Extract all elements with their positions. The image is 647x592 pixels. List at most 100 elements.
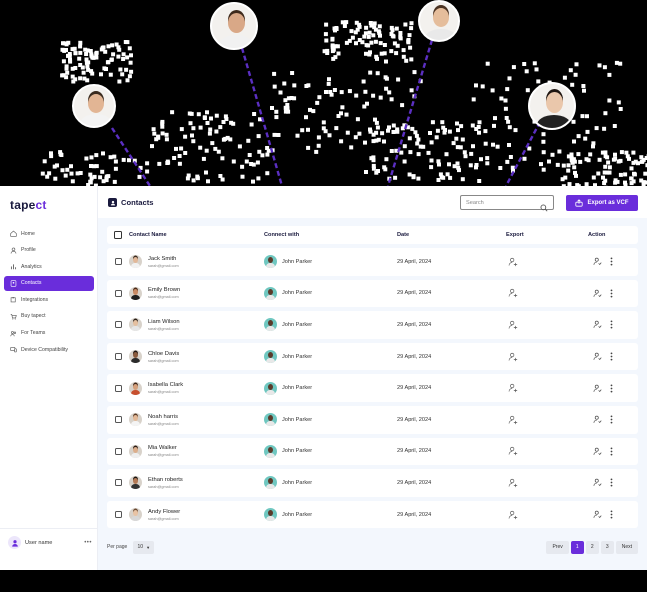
- col-connect-with[interactable]: Connect with: [264, 232, 397, 238]
- next-page-button[interactable]: Next: [615, 540, 638, 554]
- contact-name[interactable]: Jack Smith: [148, 256, 179, 262]
- export-contact-icon[interactable]: [508, 288, 518, 298]
- bar-chart-icon: [9, 263, 17, 271]
- table-header: Contact Name Connect with Date Export Ac…: [107, 226, 638, 244]
- sidebar-item-buy-tapect[interactable]: Buy tapect: [4, 309, 94, 324]
- contact-date: 29 April, 2024: [397, 353, 432, 360]
- contact-action-icon[interactable]: [593, 320, 602, 329]
- more-options-icon[interactable]: [610, 447, 613, 456]
- row-checkbox[interactable]: [114, 289, 122, 297]
- export-vcf-button[interactable]: Export as VCF: [566, 195, 638, 211]
- export-contact-icon[interactable]: [508, 320, 518, 330]
- contact-action-icon[interactable]: [593, 478, 602, 487]
- more-options-icon[interactable]: [610, 384, 613, 393]
- contact-email: sarah@gmail.com: [148, 484, 179, 489]
- contacts-table: Contact Name Connect with Date Export Ac…: [98, 218, 647, 570]
- sidebar-item-contacts[interactable]: Contacts: [4, 275, 94, 291]
- table-row[interactable]: Noah harris sarah@gmail.com John Parker 29 …: [107, 405, 638, 434]
- col-date[interactable]: Date: [397, 232, 506, 238]
- col-export: Export: [506, 232, 524, 238]
- per-page-select[interactable]: 10 ▼: [133, 540, 155, 554]
- sidebar-item-profile[interactable]: Profile: [4, 243, 94, 258]
- export-contact-icon[interactable]: [508, 415, 518, 425]
- per-page-label: Per page: [107, 544, 128, 550]
- more-icon[interactable]: •••: [84, 540, 92, 546]
- contact-name[interactable]: Liam Wilson: [148, 319, 180, 325]
- contact-action-icon[interactable]: [593, 289, 602, 298]
- contact-name[interactable]: Andy Flower: [148, 509, 180, 515]
- table-row[interactable]: Isabella Clark sarah@gmail.com John Parker…: [107, 374, 638, 402]
- brand-logo[interactable]: tapect: [10, 198, 47, 212]
- sidebar-item-label: Buy tapect: [21, 313, 46, 320]
- contact-avatar: [129, 476, 142, 490]
- more-options-icon[interactable]: [610, 352, 613, 361]
- more-options-icon[interactable]: [610, 320, 613, 330]
- row-checkbox[interactable]: [114, 321, 122, 329]
- contact-action-icon[interactable]: [593, 415, 602, 424]
- sidebar-item-label: For Teams: [21, 330, 46, 337]
- connect-avatar: [264, 444, 277, 458]
- export-contact-icon[interactable]: [508, 257, 518, 267]
- sidebar-item-for-teams[interactable]: For Teams: [4, 326, 94, 341]
- export-contact-icon[interactable]: [508, 352, 518, 362]
- table-row[interactable]: Mia Walker sarah@gmail.com John Parker 29 A…: [107, 437, 638, 466]
- row-checkbox[interactable]: [114, 416, 122, 424]
- contact-name[interactable]: Chloe Davis: [148, 351, 179, 357]
- table-row[interactable]: Chloe Davis sarah@gmail.com John Parker 29 …: [107, 342, 638, 371]
- table-row[interactable]: Liam Wilson sarah@gmail.com John Parker 29 …: [107, 311, 638, 339]
- contact-name[interactable]: Emily Brown: [148, 287, 180, 293]
- row-checkbox[interactable]: [114, 479, 122, 487]
- page-button-2[interactable]: 2: [585, 540, 599, 554]
- col-contact-name[interactable]: Contact Name: [129, 232, 264, 238]
- more-options-icon[interactable]: [610, 478, 613, 488]
- more-options-icon[interactable]: [610, 257, 613, 266]
- more-options-icon[interactable]: [610, 415, 613, 424]
- pagination-bar: Per page 10 ▼ Prev 1 2 3 Next: [107, 540, 638, 554]
- contact-email: sarah@gmail.com: [148, 453, 179, 458]
- connect-avatar: [264, 255, 277, 269]
- export-contact-icon[interactable]: [508, 446, 518, 456]
- sidebar-item-analytics[interactable]: Analytics: [4, 259, 94, 274]
- table-row[interactable]: Emily Brown sarah@gmail.com John Parker 29 …: [107, 279, 638, 308]
- page-button-1[interactable]: 1: [570, 540, 584, 554]
- table-row[interactable]: Ethan roberts sarah@gmail.com John Parker 2…: [107, 469, 638, 497]
- row-checkbox[interactable]: [114, 258, 122, 266]
- contact-name[interactable]: Noah harris: [148, 414, 179, 420]
- export-contact-icon[interactable]: [508, 383, 518, 393]
- search-box[interactable]: [460, 195, 554, 212]
- contact-action-icon[interactable]: [593, 510, 602, 519]
- hero-avatar-2: [210, 2, 258, 50]
- row-checkbox[interactable]: [114, 511, 122, 519]
- contact-email: sarah@gmail.com: [148, 358, 179, 363]
- more-options-icon[interactable]: [610, 510, 613, 519]
- select-all-checkbox[interactable]: [114, 231, 122, 239]
- contact-action-icon[interactable]: [593, 352, 602, 361]
- export-contact-icon[interactable]: [508, 478, 518, 488]
- row-checkbox[interactable]: [114, 384, 122, 392]
- table-row[interactable]: Andy Flower sarah@gmail.com John Parker 29 …: [107, 500, 638, 529]
- connect-with-name: John Parker: [282, 416, 313, 423]
- contact-name[interactable]: Mia Walker: [148, 445, 179, 451]
- contact-email: sarah@gmail.com: [148, 516, 179, 521]
- contact-action-icon[interactable]: [593, 384, 602, 393]
- row-checkbox[interactable]: [114, 447, 122, 455]
- row-checkbox[interactable]: [114, 353, 122, 361]
- export-contact-icon[interactable]: [508, 510, 518, 520]
- more-options-icon[interactable]: [610, 289, 613, 298]
- contact-name[interactable]: Ethan roberts: [148, 477, 183, 483]
- contact-action-icon[interactable]: [593, 257, 602, 266]
- devices-icon: [9, 346, 17, 354]
- search-icon[interactable]: [540, 199, 548, 217]
- user-menu[interactable]: User name •••: [0, 528, 98, 556]
- contact-name[interactable]: Isabella Clark: [148, 382, 183, 388]
- prev-page-button[interactable]: Prev: [546, 540, 569, 554]
- contact-action-icon[interactable]: [593, 447, 602, 456]
- sidebar-item-device-compatibility[interactable]: Device Compatibility: [4, 342, 94, 357]
- search-input[interactable]: [466, 199, 536, 206]
- table-row[interactable]: Jack Smith sarah@gmail.com John Parker 29 A…: [107, 248, 638, 276]
- connect-avatar: [264, 476, 277, 490]
- sidebar-item-home[interactable]: Home: [4, 226, 94, 241]
- page-button-3[interactable]: 3: [600, 540, 614, 554]
- connect-avatar: [264, 381, 277, 395]
- sidebar-item-integrations[interactable]: Integrations: [4, 292, 94, 307]
